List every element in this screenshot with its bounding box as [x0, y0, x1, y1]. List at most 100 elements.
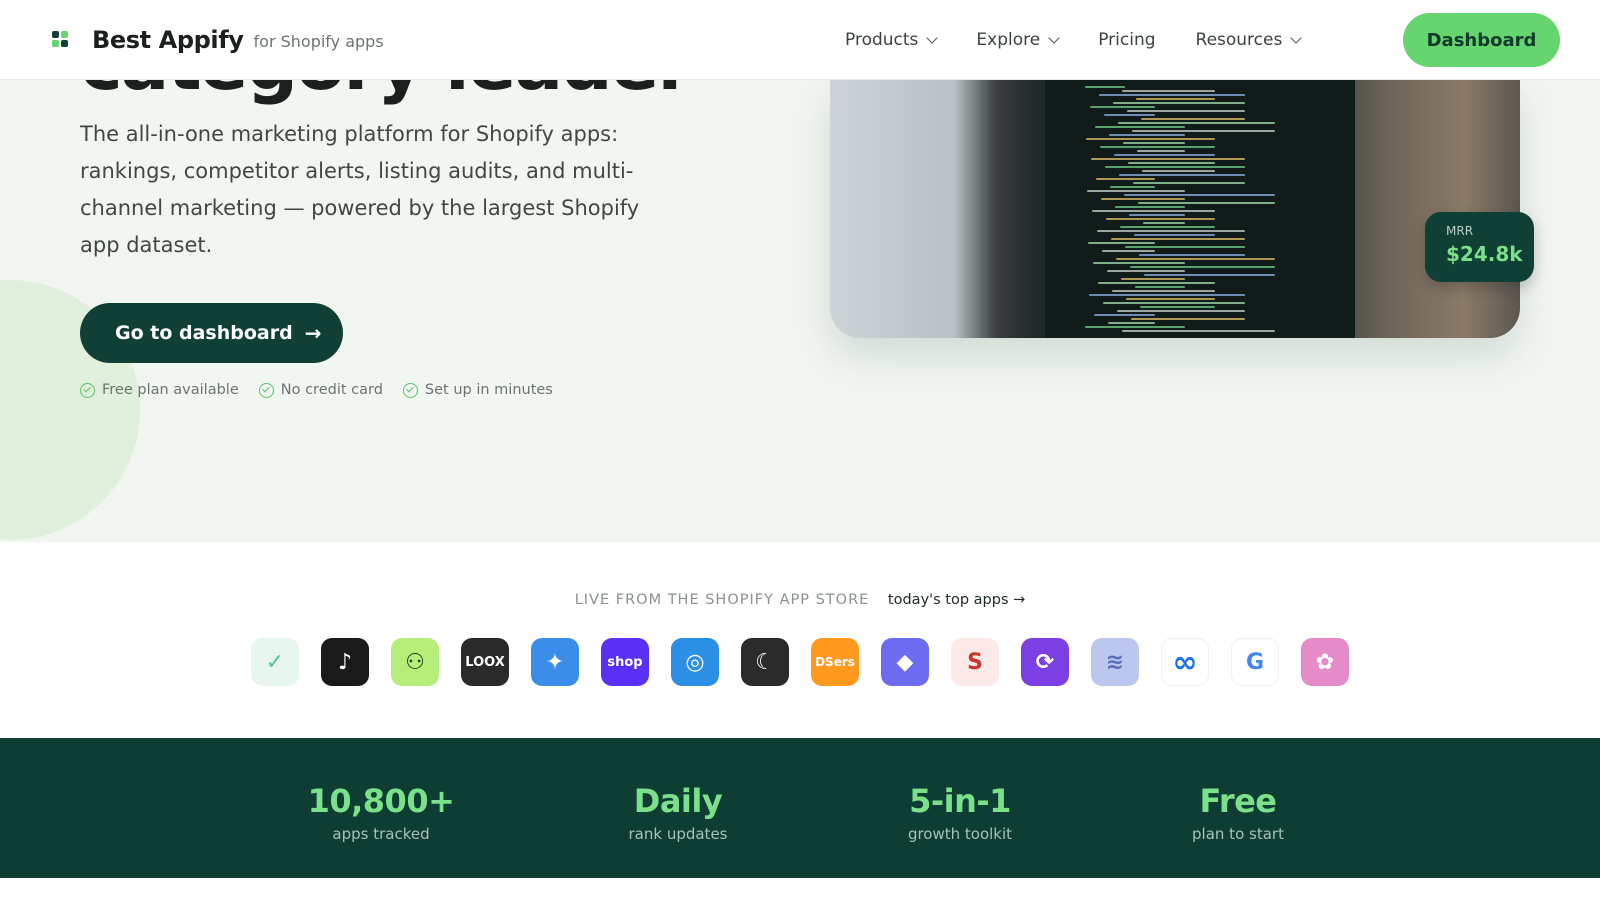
- chevron-down-icon: [926, 31, 939, 44]
- check-item: No credit card: [258, 382, 383, 398]
- nav-item-label: Products: [845, 30, 919, 50]
- code-line: [1118, 122, 1275, 124]
- code-line: [1115, 206, 1185, 208]
- app-glyph: ⟳: [1035, 649, 1055, 675]
- app-glyph: ≋: [1105, 649, 1125, 675]
- stat-plan-to-start: Free plan to start: [1108, 782, 1368, 843]
- code-line: [1094, 314, 1155, 316]
- layers-app-icon[interactable]: ≋: [1091, 638, 1139, 686]
- code-line: [1087, 190, 1185, 192]
- app-glyph: DSers: [815, 655, 855, 669]
- code-line: [1142, 170, 1215, 172]
- live-apps-header: LIVE FROM THE SHOPIFY APP STORE today's …: [0, 592, 1600, 608]
- code-line: [1117, 310, 1245, 312]
- code-line: [1107, 270, 1185, 272]
- stat-value: 10,800+: [307, 782, 455, 820]
- code-line: [1122, 90, 1215, 92]
- nav-item-explore[interactable]: Explore: [976, 30, 1060, 50]
- stat-label: growth toolkit: [907, 825, 1013, 843]
- nav-item-pricing[interactable]: Pricing: [1098, 30, 1155, 50]
- code-line: [1140, 306, 1215, 308]
- code-line: [1130, 266, 1275, 268]
- app-glyph: ✦: [545, 649, 565, 675]
- code-line: [1085, 326, 1185, 328]
- code-line: [1095, 126, 1185, 128]
- nav-item-products[interactable]: Products: [845, 30, 939, 50]
- code-line: [1090, 106, 1155, 108]
- app-glyph: ◎: [685, 649, 705, 675]
- app-glyph: ♪: [337, 649, 353, 675]
- code-line: [1116, 258, 1275, 260]
- code-line: [1138, 202, 1275, 204]
- s-app-icon[interactable]: S: [951, 638, 999, 686]
- meta-icon[interactable]: ∞: [1161, 638, 1209, 686]
- stat-label: apps tracked: [332, 825, 430, 843]
- google-icon[interactable]: G: [1231, 638, 1279, 686]
- nav-item-resources[interactable]: Resources: [1195, 30, 1303, 50]
- code-line: [1106, 218, 1215, 220]
- mrr-label: MRR: [1446, 224, 1474, 238]
- arrow-right-icon: →: [304, 321, 322, 345]
- nav-item-label: Explore: [976, 30, 1041, 50]
- code-line: [1114, 154, 1215, 156]
- code-line: [1131, 318, 1245, 320]
- code-line: [1128, 162, 1215, 164]
- code-line: [1113, 102, 1245, 104]
- dashboard-button[interactable]: Dashboard: [1403, 13, 1560, 67]
- crescent-app-icon[interactable]: ☾: [741, 638, 789, 686]
- code-line: [1134, 234, 1215, 236]
- go-to-dashboard-button[interactable]: Go to dashboard →: [80, 303, 343, 363]
- diamond-grid-app-icon[interactable]: ◆: [881, 638, 929, 686]
- todays-top-apps-link[interactable]: today's top apps →: [888, 592, 1025, 608]
- code-line: [1133, 182, 1245, 184]
- go-to-dashboard-label: Go to dashboard: [115, 322, 293, 344]
- loox-icon[interactable]: LOOX: [461, 638, 509, 686]
- app-glyph: ✓: [265, 649, 285, 675]
- stat-label: plan to start: [1192, 825, 1284, 843]
- check-item: Free plan available: [80, 382, 239, 398]
- code-line: [1096, 178, 1155, 180]
- app-glyph: LOOX: [465, 654, 505, 670]
- pink-app-icon[interactable]: ✿: [1301, 638, 1349, 686]
- nodes-app-icon[interactable]: ⚇: [391, 638, 439, 686]
- app-glyph: ⚇: [405, 649, 425, 675]
- shop-icon[interactable]: shop: [601, 638, 649, 686]
- hero-title: category leader: [80, 80, 693, 106]
- mrr-value: $24.8k: [1446, 242, 1523, 266]
- hero-checklist: Free plan available No credit card Set u…: [80, 382, 573, 398]
- code-line: [1122, 330, 1275, 332]
- code-line: [1108, 322, 1155, 324]
- orbit-app-icon[interactable]: ⟳: [1021, 638, 1069, 686]
- globe-app-icon[interactable]: ✦: [531, 638, 579, 686]
- stat-label: rank updates: [628, 825, 728, 843]
- code-line: [1109, 134, 1185, 136]
- code-line: [1110, 186, 1155, 188]
- app-glyph: ∞: [1172, 644, 1198, 680]
- code-line: [1088, 242, 1155, 244]
- code-line: [1129, 214, 1185, 216]
- code-line: [1091, 158, 1245, 160]
- stat-value: Daily: [633, 782, 723, 820]
- check-label: Free plan available: [102, 382, 239, 398]
- code-line: [1126, 298, 1215, 300]
- code-line: [1098, 282, 1215, 284]
- checkmark-app-icon[interactable]: ✓: [251, 638, 299, 686]
- brand-name: Best Appify: [92, 26, 244, 54]
- app-glyph: ☾: [755, 649, 775, 675]
- tiktok-icon[interactable]: ♪: [321, 638, 369, 686]
- code-line: [1101, 198, 1185, 200]
- code-line: [1112, 290, 1215, 292]
- code-line: [1144, 274, 1275, 276]
- code-line: [1123, 142, 1185, 144]
- top-nav: Best Appify for Shopify apps Products Ex…: [0, 0, 1600, 80]
- code-line: [1093, 262, 1185, 264]
- code-line: [1092, 210, 1215, 212]
- brand[interactable]: Best Appify for Shopify apps: [52, 26, 384, 54]
- stat-rank-updates: Daily rank updates: [548, 782, 808, 843]
- code-line: [1124, 194, 1275, 196]
- target-app-icon[interactable]: ◎: [671, 638, 719, 686]
- nav-item-label: Resources: [1195, 30, 1283, 50]
- dsers-icon[interactable]: DSers: [811, 638, 859, 686]
- app-glyph: shop: [607, 654, 643, 670]
- stat-growth-toolkit: 5-in-1 growth toolkit: [830, 782, 1090, 843]
